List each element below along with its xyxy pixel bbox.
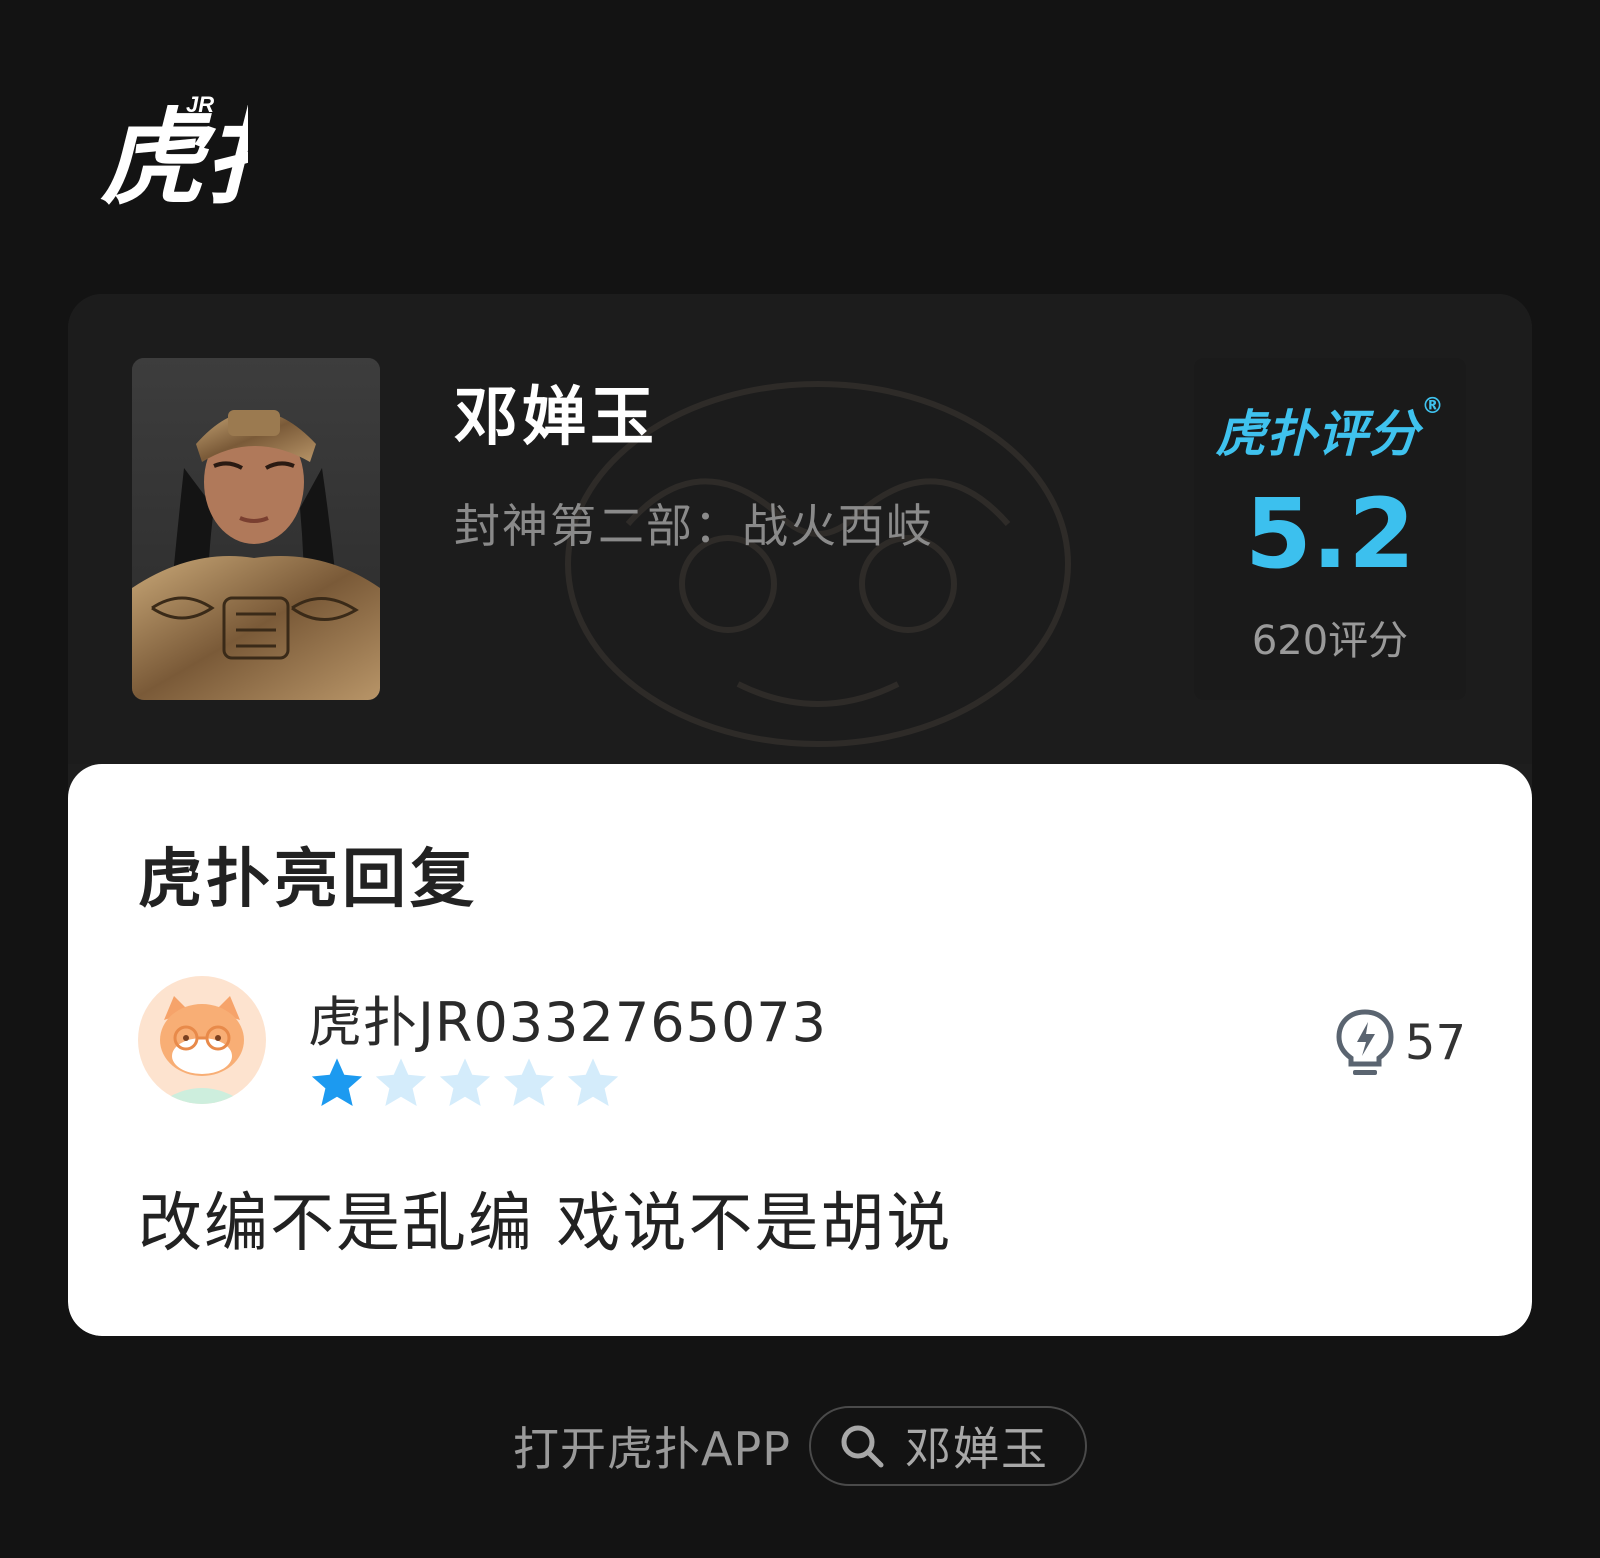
avatar[interactable]: [138, 976, 266, 1104]
star-empty-icon: [567, 1058, 619, 1106]
search-text: 邓婵玉: [904, 1422, 1049, 1476]
star-filled-icon: [311, 1058, 363, 1106]
character-portrait: [132, 358, 380, 700]
reply-panel: 虎扑亮回复 虎扑JR0332765073 57 改编不是乱编 戏说不是胡说: [68, 764, 1532, 1336]
rating-card[interactable]: 邓婵玉 封神第二部：战火西岐 虎扑评分® 5.2 620评分 虎扑亮回复 虎扑J…: [68, 294, 1532, 1336]
like-button[interactable]: 57: [1335, 1008, 1466, 1078]
star-empty-icon: [439, 1058, 491, 1106]
item-subtitle: 封神第二部：战火西岐: [454, 499, 934, 553]
star-rating: [308, 1054, 622, 1114]
score-brand: 虎扑评分®: [1194, 394, 1466, 466]
avatar-cat-icon: [138, 976, 266, 1104]
star-empty-icon: [503, 1058, 555, 1106]
score-count: 620评分: [1251, 618, 1409, 664]
hupu-logo: 虎扑 JR: [98, 86, 315, 217]
search-pill[interactable]: 邓婵玉: [808, 1406, 1087, 1486]
poster-image[interactable]: [132, 358, 380, 700]
score-value: 5.2: [1244, 478, 1416, 590]
score-box: 虎扑评分® 5.2 620评分: [1194, 358, 1466, 700]
lightbulb-like-icon: [1336, 1009, 1394, 1075]
username[interactable]: 虎扑JR0332765073: [308, 978, 827, 1057]
registered-mark: ®: [1421, 394, 1445, 419]
like-count: 57: [1404, 1015, 1466, 1071]
svg-text:JR: JR: [186, 92, 214, 117]
open-app-link[interactable]: 打开虎扑APP: [513, 1413, 791, 1479]
reply-text: 改编不是乱编 戏说不是胡说: [138, 1187, 953, 1261]
hupu-logo-icon: 虎扑 JR: [100, 92, 315, 217]
item-title: 邓婵玉: [454, 381, 658, 455]
svg-text:虎扑: 虎扑: [100, 101, 248, 206]
score-brand-label: 虎扑评分: [1215, 405, 1420, 463]
star-empty-icon: [375, 1058, 427, 1106]
search-icon: [841, 1425, 884, 1468]
reply-heading: 虎扑亮回复: [138, 843, 478, 917]
card-header: 邓婵玉 封神第二部：战火西岐 虎扑评分® 5.2 620评分: [68, 294, 1532, 764]
footer: 打开虎扑APP 邓婵玉: [0, 1404, 1600, 1488]
